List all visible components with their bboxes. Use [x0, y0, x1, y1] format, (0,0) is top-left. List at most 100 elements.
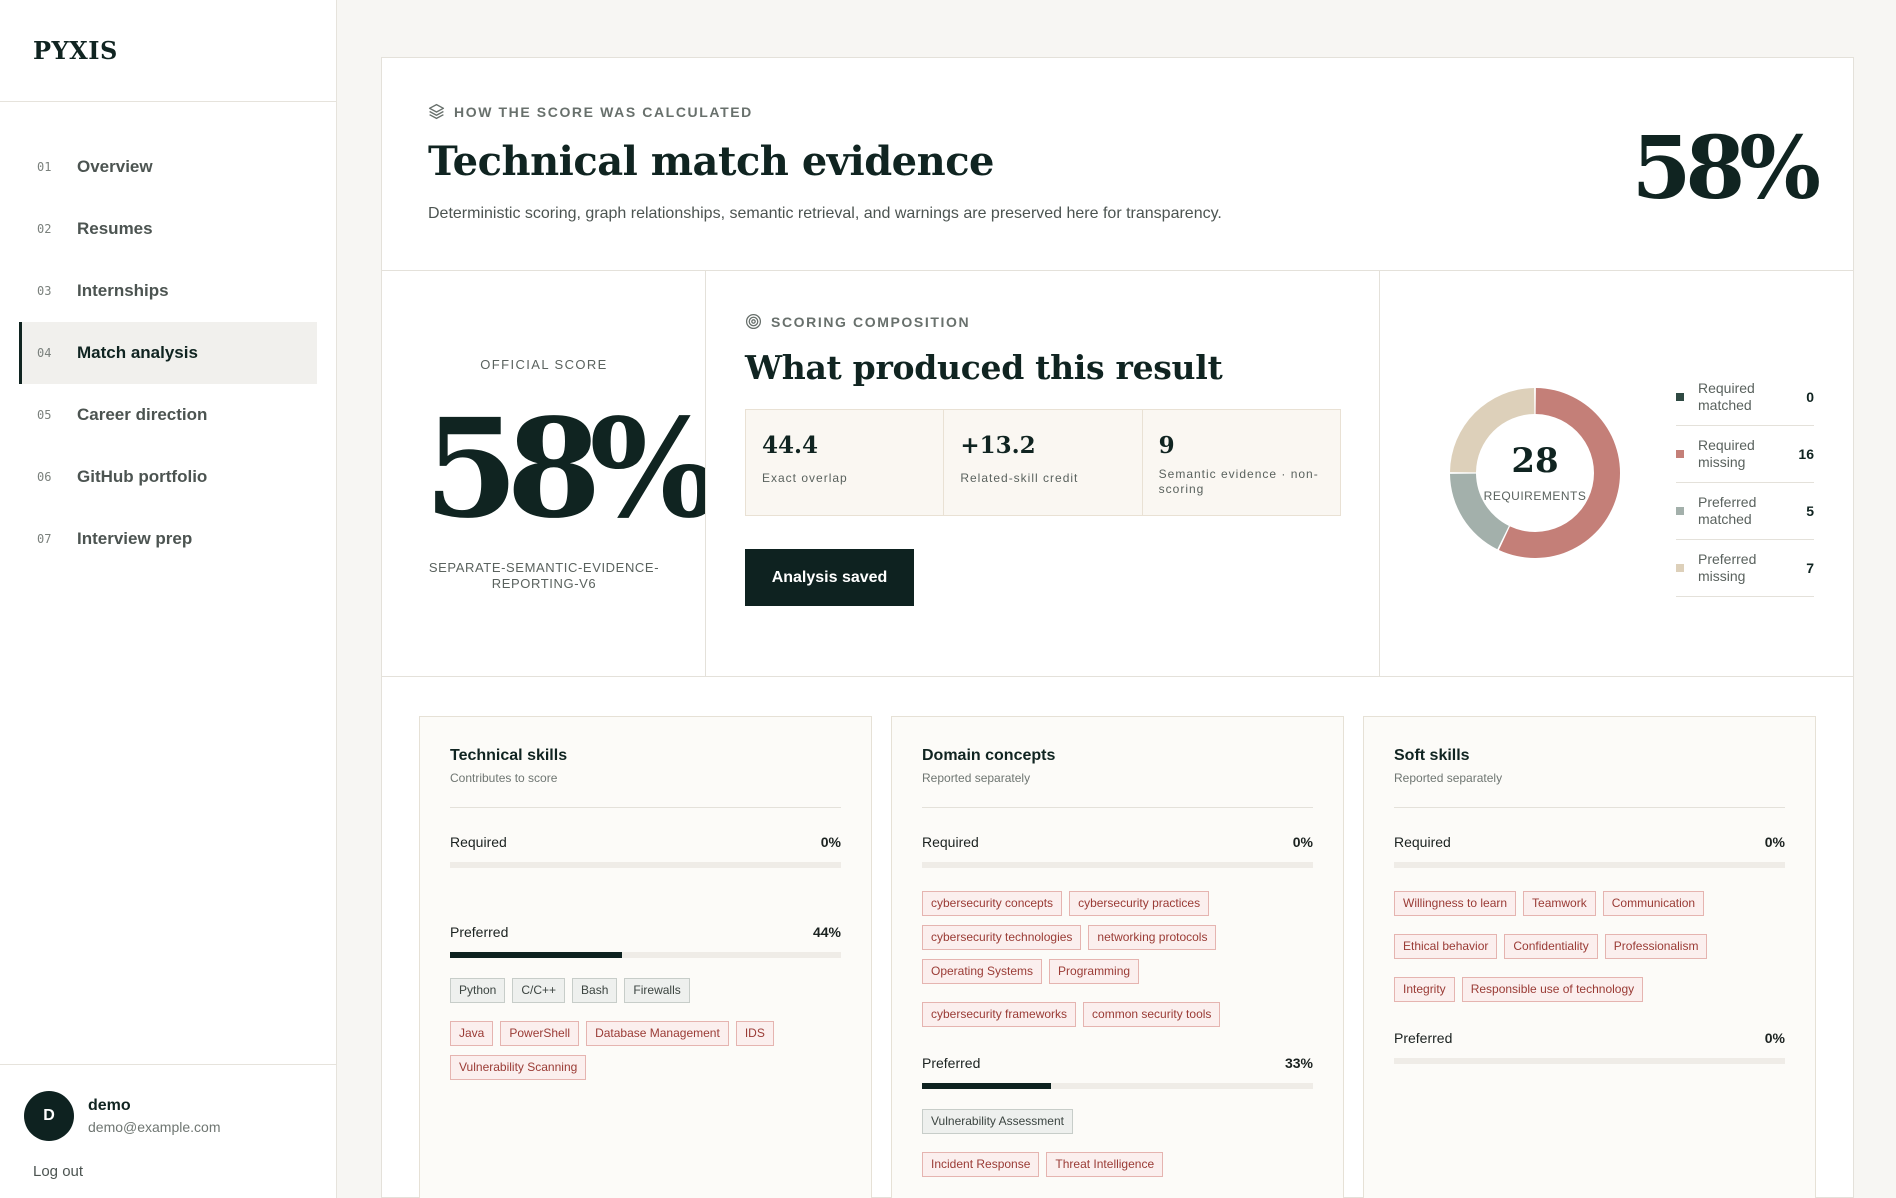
nav-item-internships[interactable]: 03 Internships	[19, 260, 317, 322]
nav-item-label: Match analysis	[77, 343, 198, 362]
preferred-progress-bar	[450, 952, 841, 958]
bar-label: Required	[450, 834, 507, 850]
missing-skill-chip: Communication	[1602, 891, 1705, 916]
missing-skill-chip: Willingness to learn	[1394, 891, 1517, 916]
skill-chips: Python C/C++ Bash Firewalls Java PowerSh…	[450, 978, 841, 1080]
nav-item-label: GitHub portfolio	[77, 467, 208, 486]
user-info: demo demo@example.com	[88, 1097, 221, 1135]
nav-item-number: 06	[37, 470, 52, 484]
avatar[interactable]: D	[24, 1091, 74, 1141]
legend-value: 0	[1806, 389, 1814, 405]
bar-percent: 0%	[820, 834, 841, 850]
user-box: D demo demo@example.com Log out	[0, 1064, 336, 1181]
composition-title: What produced this result	[745, 348, 1223, 387]
required-progress-bar	[922, 862, 1313, 868]
required-progress-bar	[450, 862, 841, 868]
matched-skill-chip: C/C++	[512, 978, 566, 1003]
analysis-saved-button[interactable]: Analysis saved	[745, 549, 914, 606]
composition-eyebrow: SCORING COMPOSITION	[745, 313, 1341, 330]
official-score-label: OFFICIAL SCORE	[480, 357, 608, 372]
bar-label: Required	[922, 834, 979, 850]
scoring-version: SEPARATE-SEMANTIC-EVIDENCE-REPORTING-V6	[428, 560, 660, 591]
divider	[450, 807, 841, 808]
nav-item-interview-prep[interactable]: 07 Interview prep	[19, 508, 317, 570]
nav-item-resumes[interactable]: 02 Resumes	[19, 198, 317, 260]
bar-percent: 44%	[812, 924, 841, 940]
legend-label: Required missing	[1698, 437, 1755, 470]
missing-skill-chip: Programming	[1049, 959, 1140, 984]
bar-label: Preferred	[450, 924, 509, 940]
nav-item-number: 05	[37, 408, 52, 422]
required-bar-header: Required 0%	[922, 834, 1313, 850]
layers-icon	[428, 103, 445, 120]
legend-row: Required matched 0	[1676, 369, 1814, 426]
preferred-progress-bar	[922, 1083, 1313, 1089]
required-progress-bar	[1394, 862, 1785, 868]
matched-skill-chip: Vulnerability Assessment	[922, 1109, 1073, 1134]
missing-skill-chip: Confidentiality	[1504, 934, 1598, 959]
brand-logo[interactable]: PYXIS	[0, 0, 336, 102]
legend-value: 5	[1806, 503, 1814, 519]
nav-item-overview[interactable]: 01 Overview	[19, 136, 317, 198]
match-evidence-card: HOW THE SCORE WAS CALCULATED Technical m…	[381, 57, 1854, 1198]
scoring-composition-panel: SCORING COMPOSITION What produced this r…	[706, 271, 1380, 676]
skill-chips: Vulnerability Assessment Incident Respon…	[922, 1109, 1313, 1177]
hero-eyebrow-text: HOW THE SCORE WAS CALCULATED	[454, 103, 753, 120]
nav-item-number: 02	[37, 222, 52, 236]
soft-skills-panel: Soft skills Reported separately Required…	[1363, 716, 1816, 1198]
nav-item-github-portfolio[interactable]: 06 GitHub portfolio	[19, 446, 317, 508]
preferred-bar-header: Preferred 44%	[450, 924, 841, 940]
missing-skill-chip: Incident Response	[922, 1152, 1040, 1177]
skill-chips: cybersecurity concepts cybersecurity pra…	[922, 891, 1313, 1027]
requirements-total: 28	[1511, 441, 1559, 481]
metric-label: Semantic evidence · non-scoring	[1158, 467, 1319, 496]
logout-link[interactable]: Log out	[33, 1163, 83, 1180]
legend-label: Preferred missing	[1698, 551, 1757, 584]
requirements-caption: REQUIREMENTS	[1483, 489, 1587, 503]
missing-skill-chip: cybersecurity frameworks	[922, 1002, 1077, 1027]
panel-subtitle: Reported separately	[1394, 771, 1503, 785]
missing-skill-chip: IDS	[735, 1021, 774, 1046]
user-name: demo	[88, 1097, 131, 1114]
score-summary-row: OFFICIAL SCORE 58% SEPARATE-SEMANTIC-EVI…	[382, 271, 1853, 677]
missing-skill-chip: Ethical behavior	[1394, 934, 1498, 959]
missing-skill-chip: Operating Systems	[922, 959, 1043, 984]
missing-skill-chip: Threat Intelligence	[1046, 1152, 1164, 1177]
panel-subtitle: Reported separately	[922, 771, 1031, 785]
missing-skill-chip: networking protocols	[1088, 925, 1217, 950]
skill-chips: Willingness to learn Teamwork Communicat…	[1394, 891, 1785, 1002]
requirements-legend: Required matched 0 Required missing 16 P…	[1676, 369, 1814, 597]
nav-item-label: Career direction	[77, 405, 208, 424]
nav-item-number: 03	[37, 284, 52, 298]
missing-skill-chip: Vulnerability Scanning	[450, 1055, 587, 1080]
user-email: demo@example.com	[88, 1119, 221, 1135]
missing-skill-chip: Integrity	[1394, 977, 1455, 1002]
requirements-panel: 28 REQUIREMENTS Required matched 0 Requi…	[1380, 271, 1853, 676]
missing-skill-chip: cybersecurity concepts	[922, 891, 1063, 916]
bar-percent: 0%	[1292, 834, 1313, 850]
nav-item-career-direction[interactable]: 05 Career direction	[19, 384, 317, 446]
required-bar-header: Required 0%	[450, 834, 841, 850]
technical-skills-panel: Technical skills Contributes to score Re…	[419, 716, 872, 1198]
panel-title: Soft skills	[1394, 747, 1470, 764]
metric-value: 44.4	[762, 432, 819, 459]
bar-percent: 33%	[1284, 1055, 1313, 1071]
matched-skill-chip: Bash	[572, 978, 618, 1003]
legend-swatch	[1676, 393, 1684, 401]
legend-swatch	[1676, 564, 1684, 572]
missing-skill-chip: cybersecurity practices	[1069, 891, 1210, 916]
target-icon	[745, 313, 762, 330]
metric-related-skill-credit: +13.2 Related-skill credit	[944, 410, 1143, 515]
panel-title: Technical skills	[450, 747, 568, 764]
legend-value: 16	[1798, 446, 1814, 462]
bar-label: Preferred	[922, 1055, 981, 1071]
missing-skill-chip: Responsible use of technology	[1461, 977, 1644, 1002]
divider	[922, 807, 1313, 808]
legend-label: Preferred matched	[1698, 494, 1757, 527]
missing-skill-chip: common security tools	[1083, 1002, 1221, 1027]
missing-skill-chip: PowerShell	[500, 1021, 580, 1046]
matched-skill-chip: Firewalls	[624, 978, 690, 1003]
nav-item-match-analysis[interactable]: 04 Match analysis	[19, 322, 317, 384]
missing-skill-chip: Teamwork	[1523, 891, 1596, 916]
nav-item-label: Internships	[77, 281, 169, 300]
